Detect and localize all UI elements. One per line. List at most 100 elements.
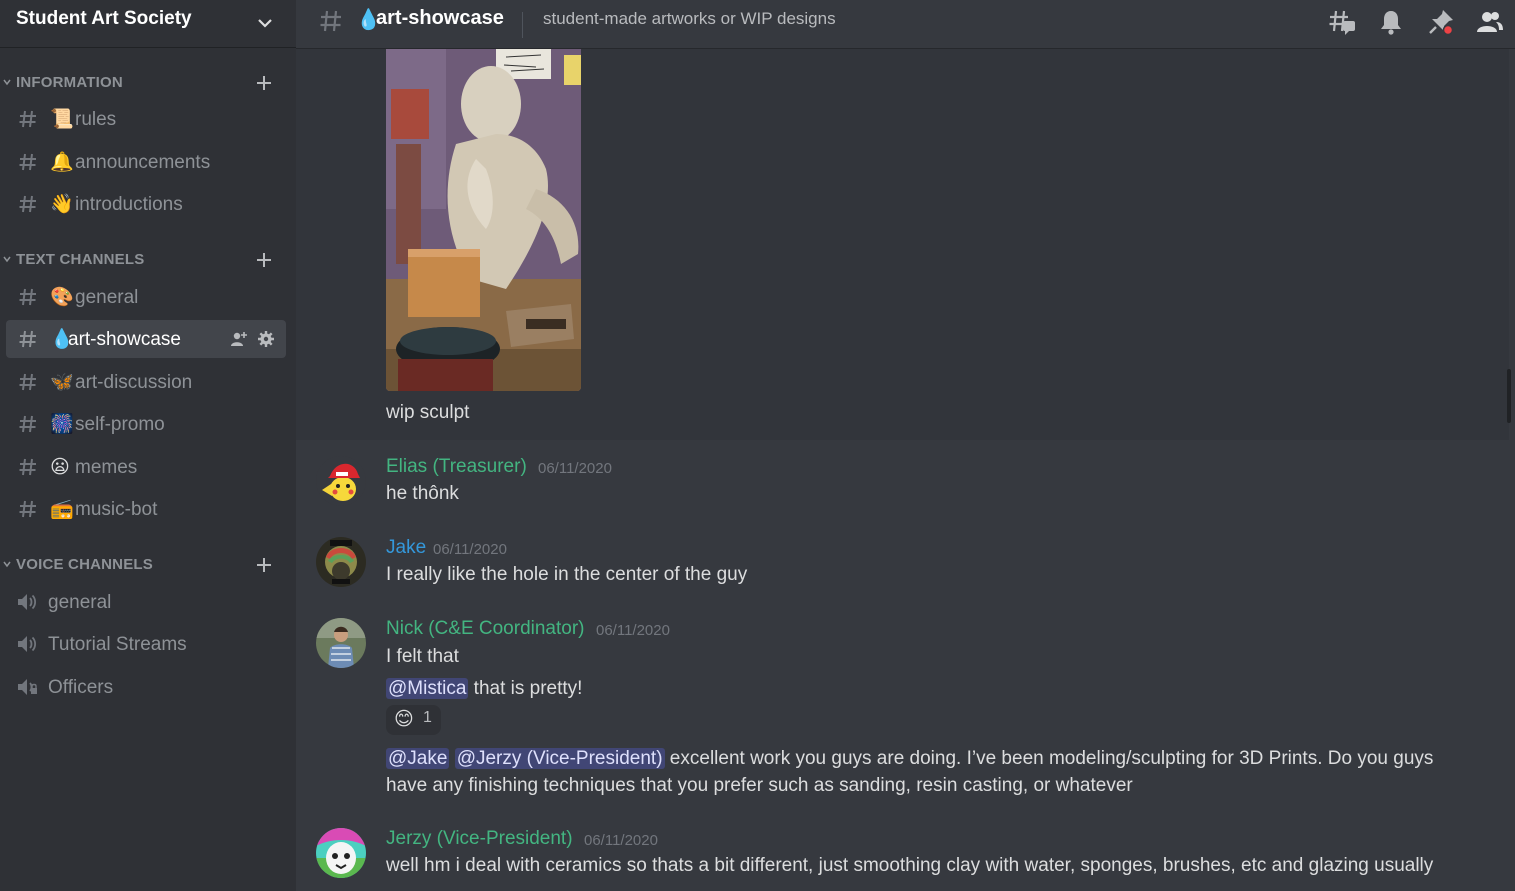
reaction-emoji: 😊 [394, 708, 414, 730]
timestamp: 06/11/2020 [584, 832, 658, 849]
channel-label: rules [75, 109, 117, 130]
channel-label: Officers [48, 677, 114, 698]
channel-label: memes [75, 457, 138, 478]
author-name[interactable]: Elias (Treasurer) [386, 455, 527, 479]
hash-icon [19, 195, 36, 213]
add-channel-icon[interactable] [254, 73, 274, 93]
category-information[interactable]: INFORMATION [0, 71, 296, 95]
category-text-channels[interactable]: TEXT CHANNELS [0, 248, 296, 272]
message-text: wip sculpt [386, 402, 470, 423]
jerzy-avatar [316, 828, 366, 878]
add-channel-icon[interactable] [254, 250, 274, 270]
author-name[interactable]: Jerzy (Vice-President) [386, 827, 573, 851]
reaction-button[interactable]: 😊 1 [386, 705, 441, 735]
channel-art-showcase[interactable]: 💧 art-showcase [6, 320, 286, 358]
message-text: @Jake @Jerzy (Vice-President) excellent … [386, 747, 1433, 771]
nick-avatar [316, 618, 366, 668]
message-fragment: excellent work you guys are doing. I’ve … [664, 748, 1434, 769]
timestamp: 06/11/2020 [596, 622, 670, 639]
channel-art-discussion[interactable]: 🦋 art-discussion [6, 363, 286, 401]
channel-rules[interactable]: 📜 rules [6, 100, 286, 138]
add-channel-icon[interactable] [254, 555, 274, 575]
author-name[interactable]: Nick (C&E Coordinator) [386, 617, 585, 641]
gear-icon[interactable] [257, 330, 275, 348]
avatar[interactable] [316, 618, 366, 668]
channel-label: music-bot [75, 499, 158, 520]
category-label: INFORMATION [16, 74, 123, 91]
hash-icon [19, 373, 36, 391]
image-attachment[interactable] [386, 49, 581, 391]
channel-emoji: 🎨 [50, 286, 74, 308]
hash-icon [19, 330, 36, 348]
message-text: have any finishing techniques that you p… [386, 775, 1133, 796]
hash-icon [19, 153, 36, 171]
category-voice-channels[interactable]: VOICE CHANNELS [0, 553, 296, 577]
channel-label: art-showcase [68, 329, 181, 350]
channel-memes[interactable]: 😦 memes [6, 448, 286, 486]
scrollbar[interactable] [1507, 369, 1511, 423]
avatar[interactable] [316, 537, 366, 587]
divider [522, 12, 523, 38]
caret-down-icon [3, 256, 11, 263]
channel-general[interactable]: 🎨 general [6, 278, 286, 316]
locked-speaker-icon [18, 679, 37, 695]
channel-label: self-promo [75, 414, 165, 435]
hash-icon [19, 288, 36, 306]
channel-announcements[interactable]: 🔔 announcements [6, 143, 286, 181]
bell-icon[interactable] [1377, 8, 1405, 36]
channel-introductions[interactable]: 👋 introductions [6, 185, 286, 223]
hash-icon [19, 415, 36, 433]
timestamp: 06/11/2020 [538, 460, 612, 477]
server-header[interactable]: Student Art Society [0, 0, 296, 48]
avatar[interactable] [316, 828, 366, 878]
message-text: he thônk [386, 483, 459, 504]
reaction-count: 1 [423, 709, 432, 726]
channel-title: art-showcase [376, 7, 504, 29]
jake-avatar [316, 537, 366, 587]
hash-icon [320, 10, 341, 32]
speaker-icon [18, 594, 37, 610]
invite-member-icon[interactable] [230, 330, 248, 348]
channel-emoji: 👋 [50, 193, 74, 215]
channel-label: Tutorial Streams [48, 634, 187, 655]
message-text: well hm i deal with ceramics so thats a … [386, 855, 1434, 876]
voice-channel-tutorial-streams[interactable]: Tutorial Streams [6, 625, 286, 663]
message-list: wip sculpt Elias (Treasurer) 06/11/2020 … [296, 49, 1515, 891]
speaker-icon [18, 636, 37, 652]
user-mention[interactable]: @Jerzy (Vice-President) [454, 748, 665, 769]
chevron-down-icon[interactable] [256, 14, 274, 32]
avatar[interactable] [316, 456, 366, 506]
user-mention[interactable]: @Jake [386, 748, 450, 769]
members-icon[interactable] [1476, 8, 1504, 36]
channel-label: art-discussion [75, 372, 193, 393]
caret-down-icon [3, 79, 11, 86]
message-text: I really like the hole in the center of … [386, 564, 748, 585]
hash-icon [19, 500, 36, 518]
channel-self-promo[interactable]: 🎆 self-promo [6, 405, 286, 443]
channel-label: announcements [75, 152, 211, 173]
pin-icon[interactable] [1427, 8, 1455, 36]
voice-channel-general[interactable]: general [6, 583, 286, 621]
voice-channel-officers[interactable]: Officers [6, 668, 286, 706]
channel-music-bot[interactable]: 📻 music-bot [6, 490, 286, 528]
category-label: VOICE CHANNELS [16, 556, 153, 573]
channel-label: general [48, 592, 112, 613]
author-name[interactable]: Jake [386, 536, 426, 560]
channel-label: general [75, 287, 139, 308]
sculpture-photo [386, 49, 581, 391]
channel-header: 💧 art-showcase student-made artworks or … [296, 0, 1515, 49]
timestamp: 06/11/2020 [433, 541, 507, 558]
hash-icon [19, 458, 36, 476]
channel-emoji: 🔔 [50, 151, 74, 173]
channel-emoji: 🦋 [50, 371, 74, 393]
threads-icon[interactable] [1328, 8, 1356, 36]
channel-sidebar: Student Art Society INFORMATION 📜 rules … [0, 0, 296, 891]
message-text: @Mistica that is pretty! [386, 677, 582, 701]
channel-topic[interactable]: student-made artworks or WIP designs [543, 9, 836, 29]
user-mention[interactable]: @Mistica [386, 678, 469, 699]
channel-emoji: 😦 [50, 456, 70, 478]
hash-icon [19, 110, 36, 128]
channel-emoji: 📜 [50, 108, 74, 130]
channel-emoji: 📻 [50, 498, 74, 520]
message-fragment: that is pretty! [468, 678, 583, 699]
